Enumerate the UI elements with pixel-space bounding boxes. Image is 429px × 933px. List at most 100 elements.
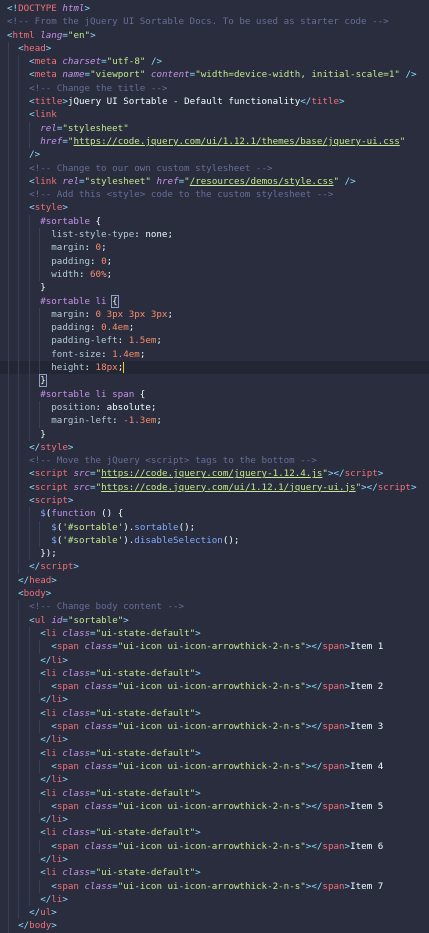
code-line[interactable]: </style> (0, 440, 429, 455)
code-token-str: '#sortable' (62, 521, 124, 533)
code-line[interactable]: <meta name="viewport" content="width=dev… (0, 68, 429, 82)
code-line[interactable]: </head> (0, 573, 429, 588)
code-line[interactable]: } (0, 281, 429, 295)
code-line[interactable]: <span class="ui-icon ui-icon-arrowthick-… (0, 759, 429, 774)
code-line[interactable]: </li> (0, 653, 429, 667)
code-token-text: ; (128, 322, 135, 334)
indent-guide (18, 520, 20, 534)
code-line[interactable]: padding-left: 1.5em; (0, 334, 429, 348)
code-line[interactable]: <li class="ui-state-default"> (0, 626, 429, 641)
code-line[interactable]: <li class="ui-state-default"> (0, 666, 429, 681)
code-line[interactable]: padding: 0.4em; (0, 321, 429, 335)
code-line[interactable]: <script src="https://code.jquery.com/jqu… (0, 467, 429, 481)
code-line[interactable]: <!-- Add this <style> code to the custom… (0, 188, 429, 202)
code-line[interactable]: <li class="ui-state-default"> (0, 706, 429, 721)
code-line[interactable]: <span class="ui-icon ui-icon-arrowthick-… (0, 640, 429, 654)
code-token-punct: > (51, 907, 57, 919)
code-token-num: 1.5em (128, 335, 157, 347)
code-line[interactable]: <script> (0, 493, 429, 508)
code-token-text: ; (106, 255, 113, 267)
code-line[interactable]: padding: 0; (0, 254, 429, 268)
code-line[interactable]: rel="stylesheet" (0, 121, 429, 135)
code-line[interactable]: <span class="ui-icon ui-icon-arrowthick-… (0, 799, 429, 814)
code-line[interactable]: $('#sortable').disableSelection(); (0, 533, 429, 548)
code-token-attr: class (62, 627, 91, 639)
code-token-text: Item 4 (350, 760, 384, 772)
code-line[interactable]: <!-- From the jQuery UI Sortable Docs. T… (0, 15, 429, 28)
code-line[interactable]: list-style-type: none; (0, 228, 429, 242)
code-token-str: "ui-state-default" (95, 667, 196, 679)
code-line[interactable]: <!-- Move the jQuery <script> tags to th… (0, 454, 429, 468)
code-token-tag: span (56, 760, 79, 772)
indent-guide (18, 680, 20, 694)
code-line[interactable]: <!-- Change to our own custom stylesheet… (0, 161, 429, 175)
indent-guide (18, 866, 20, 880)
code-line[interactable]: }); (0, 547, 429, 561)
code-line[interactable]: <!-- Change the title --> (0, 81, 429, 96)
code-line[interactable]: margin: 0 3px 3px 3px; (0, 307, 429, 322)
code-token-tag: link (34, 175, 57, 187)
code-line[interactable]: </li> (0, 773, 429, 787)
code-line[interactable]: <li class="ui-state-default"> (0, 786, 429, 800)
code-token-str: "stylesheet" (84, 175, 151, 187)
code-line[interactable]: margin-left: -1.3em; (0, 414, 429, 428)
code-line[interactable]: height: 18px; (0, 361, 429, 375)
code-line[interactable]: <body> (0, 587, 429, 601)
code-token-num: 0 3px 3px 3px (95, 308, 168, 320)
code-line[interactable]: margin: 0; (0, 241, 429, 255)
code-line[interactable]: <link (0, 108, 429, 122)
indent-guide (28, 361, 30, 375)
code-line[interactable]: <style> (0, 201, 429, 215)
code-token-text: ; (101, 242, 107, 254)
code-line[interactable]: </li> (0, 813, 429, 827)
code-line[interactable]: <script src="https://code.jquery.com/ui/… (0, 480, 429, 494)
indent-guide (18, 493, 20, 508)
code-line[interactable]: href="https://code.jquery.com/ui/1.12.1/… (0, 134, 429, 149)
code-line[interactable]: #sortable li { (0, 294, 429, 308)
code-line[interactable]: <li class="ui-state-default"> (0, 826, 429, 840)
code-line[interactable]: <span class="ui-icon ui-icon-arrowthick-… (0, 680, 429, 694)
code-line[interactable]: width: 60%; (0, 267, 429, 282)
code-line[interactable]: <html lang="en"> (0, 29, 429, 42)
indent-guide (18, 813, 20, 827)
code-line[interactable]: </li> (0, 733, 429, 747)
code-line[interactable]: } (0, 427, 429, 441)
code-line[interactable]: <span class="ui-icon ui-icon-arrowthick-… (0, 879, 429, 893)
code-line[interactable]: /> (0, 148, 429, 162)
code-line[interactable]: } (0, 374, 429, 388)
indent-guide (18, 81, 20, 96)
code-line[interactable]: <!DOCTYPE html> (0, 2, 429, 15)
code-line[interactable]: </li> (0, 693, 429, 707)
code-line[interactable]: <span class="ui-icon ui-icon-arrowthick-… (0, 839, 429, 853)
code-line[interactable]: </script> (0, 560, 429, 574)
code-line[interactable]: </ul> (0, 906, 429, 920)
code-line[interactable]: </li> (0, 853, 429, 867)
code-line[interactable]: <meta charset="utf-8" /> (0, 55, 429, 69)
code-line[interactable]: <li class="ui-state-default"> (0, 746, 429, 760)
code-token-text: (); (178, 521, 196, 533)
code-line[interactable]: $(function () { (0, 507, 429, 521)
code-line[interactable]: <span class="ui-icon ui-icon-arrowthick-… (0, 720, 429, 734)
code-token-text: : (90, 255, 102, 267)
code-line[interactable]: #sortable { (0, 214, 429, 229)
code-line[interactable]: </li> (0, 892, 429, 907)
code-line[interactable]: <ul id="sortable"> (0, 613, 429, 627)
code-line[interactable]: <!-- Change body content --> (0, 600, 429, 614)
code-token-text: ; (156, 415, 162, 427)
code-line[interactable]: font-size: 1.4em; (0, 347, 429, 362)
code-line[interactable]: position: absolute; (0, 400, 429, 415)
code-line[interactable]: $('#sortable').sortable(); (0, 520, 429, 534)
code-token-punct: ></ (305, 721, 323, 733)
code-token-punct: > (377, 468, 384, 480)
code-line[interactable]: <title>jQuery UI Sortable - Default func… (0, 95, 429, 109)
code-line[interactable]: <link rel="stylesheet" href="/resources/… (0, 174, 429, 189)
indent-guide (28, 786, 30, 800)
code-editor[interactable]: <!DOCTYPE html> <!-- From the jQuery UI S… (0, 0, 429, 933)
code-line[interactable]: #sortable li span { (0, 387, 429, 401)
code-line[interactable]: <li class="ui-state-default"> (0, 866, 429, 880)
code-line[interactable]: <head> (0, 41, 429, 56)
code-token-attr: class (62, 667, 91, 679)
